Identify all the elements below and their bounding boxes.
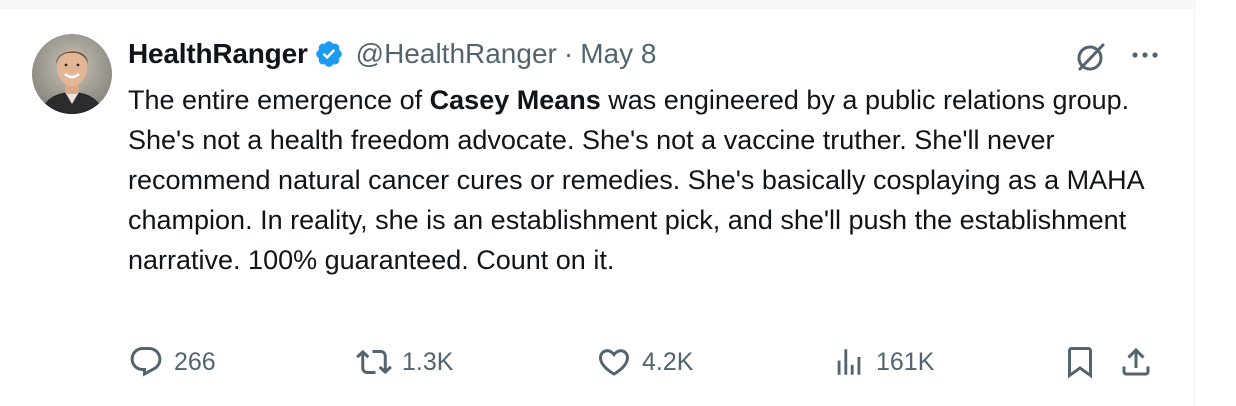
repost-count: 1.3K [402,347,454,376]
handle[interactable]: @HealthRanger [356,38,557,70]
like-button[interactable]: 4.2K [596,340,693,384]
more-icon[interactable] [1126,38,1164,76]
repost-icon [356,349,392,375]
views-count: 161K [876,347,935,376]
heart-icon [598,349,630,376]
verified-badge-icon[interactable] [314,39,344,69]
grok-icon[interactable] [1072,38,1110,76]
reply-button[interactable]: 266 [128,340,216,384]
views-button[interactable]: 161K [832,340,934,384]
like-count: 4.2K [642,347,694,376]
previous-item-edge [0,0,1194,9]
reply-count: 266 [174,347,216,376]
display-name[interactable]: HealthRanger [128,38,308,70]
profile-photo-icon [32,34,112,114]
reply-icon [130,347,162,377]
tweet-card: HealthRanger @HealthRanger · May 8 The e… [0,0,1236,406]
tweet-header: HealthRanger @HealthRanger · May 8 [128,34,656,74]
avatar[interactable] [32,34,112,114]
bookmark-button[interactable] [1062,340,1098,384]
share-icon [1122,347,1150,376]
mention-bold-text: Casey Means [429,85,601,115]
views-icon [837,349,861,375]
tweet-date[interactable]: May 8 [580,38,656,70]
timeline-border [1194,0,1195,406]
tweet-text-part-1: The entire emergence of [128,85,430,115]
bookmark-icon [1068,347,1092,379]
share-button[interactable] [1118,340,1154,384]
repost-button[interactable]: 1.3K [356,340,453,384]
tweet-text: The entire emergence of Casey Means was … [128,80,1168,280]
separator: · [563,38,574,69]
action-bar: 266 1.3K 4.2K 161K [128,340,1168,384]
